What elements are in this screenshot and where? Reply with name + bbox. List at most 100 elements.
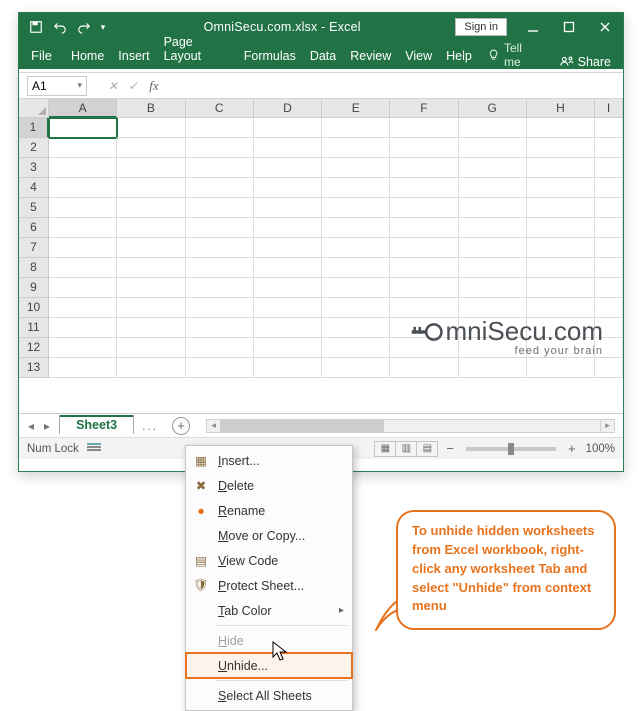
cell[interactable] <box>186 158 254 178</box>
cell[interactable] <box>595 238 623 258</box>
cell[interactable] <box>527 198 595 218</box>
cell[interactable] <box>459 258 527 278</box>
view-page-break-icon[interactable]: ▤ <box>416 441 438 457</box>
tab-data[interactable]: Data <box>303 44 343 69</box>
cell[interactable] <box>595 158 623 178</box>
cell[interactable] <box>117 298 185 318</box>
cell[interactable] <box>186 138 254 158</box>
cell[interactable] <box>595 358 623 378</box>
minimize-icon[interactable] <box>515 13 551 41</box>
view-page-layout-icon[interactable]: ▥ <box>395 441 417 457</box>
row-header[interactable]: 9 <box>19 278 49 298</box>
cell[interactable] <box>117 198 185 218</box>
cell[interactable] <box>254 358 322 378</box>
select-all-corner[interactable] <box>19 99 49 118</box>
cell[interactable] <box>390 278 458 298</box>
cell[interactable] <box>117 318 185 338</box>
col-header[interactable]: E <box>322 99 390 118</box>
cell[interactable] <box>459 178 527 198</box>
cell[interactable] <box>322 198 390 218</box>
cell[interactable] <box>49 178 117 198</box>
col-header[interactable]: F <box>390 99 458 118</box>
cell[interactable] <box>186 118 254 138</box>
tab-page-layout[interactable]: Page Layout <box>157 30 237 69</box>
tab-insert[interactable]: Insert <box>111 44 156 69</box>
cell[interactable] <box>254 138 322 158</box>
cell[interactable] <box>117 218 185 238</box>
cell[interactable] <box>322 158 390 178</box>
share-button[interactable]: Share <box>548 55 623 69</box>
cell[interactable] <box>390 198 458 218</box>
cell[interactable] <box>390 298 458 318</box>
ctx-protect-sheet[interactable]: 🛡Protect Sheet... <box>186 573 352 598</box>
row-header[interactable]: 1 <box>19 118 49 138</box>
row-header[interactable]: 2 <box>19 138 49 158</box>
cell[interactable] <box>186 318 254 338</box>
tab-help[interactable]: Help <box>439 44 479 69</box>
cell[interactable] <box>595 278 623 298</box>
cell[interactable] <box>254 278 322 298</box>
macro-record-icon[interactable] <box>87 443 101 455</box>
cell[interactable] <box>595 258 623 278</box>
cell[interactable] <box>254 198 322 218</box>
cell[interactable] <box>49 298 117 318</box>
cell[interactable] <box>459 238 527 258</box>
cell[interactable] <box>459 138 527 158</box>
close-icon[interactable] <box>587 13 623 41</box>
col-header[interactable]: B <box>117 99 185 118</box>
cell[interactable] <box>527 138 595 158</box>
enter-icon[interactable]: ✓ <box>123 79 143 93</box>
row-header[interactable]: 12 <box>19 338 49 358</box>
cell[interactable] <box>527 298 595 318</box>
cell[interactable] <box>254 258 322 278</box>
row-header[interactable]: 10 <box>19 298 49 318</box>
cell[interactable] <box>254 238 322 258</box>
cell[interactable] <box>527 238 595 258</box>
cell[interactable] <box>49 218 117 238</box>
cell[interactable] <box>49 358 117 378</box>
tab-formulas[interactable]: Formulas <box>237 44 303 69</box>
ctx-delete[interactable]: ✖Delete <box>186 473 352 498</box>
cell[interactable] <box>117 358 185 378</box>
cell[interactable] <box>595 178 623 198</box>
cell[interactable] <box>322 318 390 338</box>
cell[interactable] <box>49 138 117 158</box>
sheet-tab-active[interactable]: Sheet3 <box>59 415 134 434</box>
cell[interactable] <box>459 218 527 238</box>
cell[interactable] <box>186 278 254 298</box>
cell[interactable] <box>254 298 322 318</box>
new-sheet-button[interactable]: + <box>172 417 190 435</box>
cell[interactable] <box>117 258 185 278</box>
zoom-slider[interactable] <box>466 447 556 451</box>
cell[interactable] <box>595 298 623 318</box>
horizontal-scrollbar[interactable]: ◂ ▸ <box>206 419 615 433</box>
cell[interactable] <box>322 118 390 138</box>
qat-dropdown-icon[interactable]: ▾ <box>97 16 109 38</box>
cell[interactable] <box>390 158 458 178</box>
row-header[interactable]: 8 <box>19 258 49 278</box>
col-header[interactable]: H <box>527 99 595 118</box>
cell[interactable] <box>390 358 458 378</box>
cell[interactable] <box>117 278 185 298</box>
tell-me[interactable]: Tell me <box>479 41 548 69</box>
tab-home[interactable]: Home <box>64 44 111 69</box>
cell[interactable] <box>254 318 322 338</box>
cell[interactable] <box>390 178 458 198</box>
cell[interactable] <box>254 118 322 138</box>
ctx-tab-color[interactable]: Tab Color▸ <box>186 598 352 623</box>
col-header[interactable]: C <box>186 99 254 118</box>
cell[interactable] <box>186 258 254 278</box>
cell[interactable] <box>117 178 185 198</box>
sheet-nav-prev-icon[interactable]: ◂ <box>25 419 37 433</box>
save-icon[interactable] <box>25 16 47 38</box>
cell[interactable] <box>390 218 458 238</box>
ctx-view-code[interactable]: ▤View Code <box>186 548 352 573</box>
cell[interactable] <box>527 278 595 298</box>
cell[interactable] <box>49 258 117 278</box>
cell[interactable] <box>390 258 458 278</box>
cell[interactable] <box>117 158 185 178</box>
cell[interactable] <box>322 138 390 158</box>
cell[interactable] <box>117 238 185 258</box>
row-header[interactable]: 4 <box>19 178 49 198</box>
cell[interactable] <box>459 298 527 318</box>
